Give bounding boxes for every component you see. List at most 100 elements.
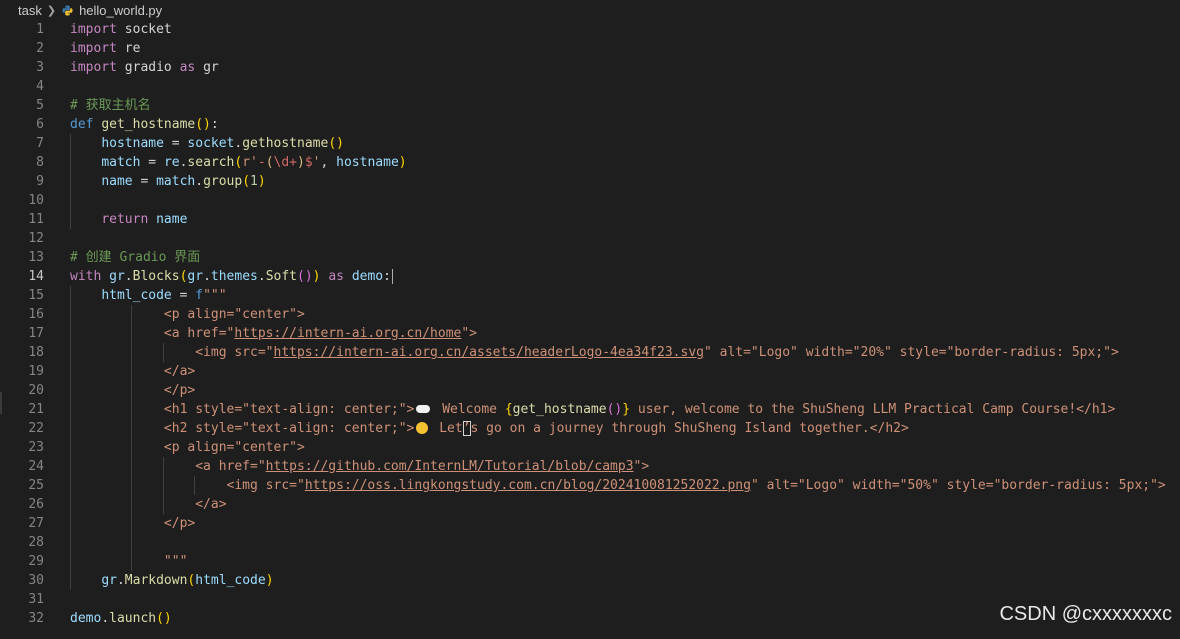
code-text: import gradio as gr [70, 58, 219, 77]
code-line[interactable]: 19 </a> [0, 362, 1180, 381]
line-number: 17 [28, 326, 44, 341]
code-token: ) [398, 155, 407, 170]
code-token: name [148, 212, 188, 227]
code-text: import re [70, 39, 140, 58]
code-line[interactable]: 26 </a> [0, 495, 1180, 514]
code-line[interactable]: 14 with gr.Blocks(gr.themes.Soft()) as de… [0, 267, 1180, 286]
code-line[interactable]: 13 # 创建 Gradio 界面 [0, 248, 1180, 267]
code-line[interactable]: 25 <img src="https://oss.lingkongstudy.c… [0, 476, 1180, 495]
code-line[interactable]: 2 import re [0, 39, 1180, 58]
code-token: hostname [336, 155, 399, 170]
code-token: \d+ [273, 155, 298, 170]
code-token: re [116, 41, 141, 56]
code-token: ) [265, 573, 274, 588]
code-line[interactable]: 3 import gradio as gr [0, 58, 1180, 77]
line-number: 8 [36, 155, 44, 170]
code-token: Let [431, 421, 463, 436]
code-token: . [203, 269, 211, 284]
code-token: () [606, 402, 623, 417]
code-token: gradio [116, 60, 180, 75]
code-token: user, welcome to the ShuSheng LLM Practi… [630, 402, 1116, 417]
watermark: CSDN @cxxxxxxxc [999, 603, 1172, 625]
code-line[interactable]: 17 <a href="https://intern-ai.org.cn/hom… [0, 324, 1180, 343]
code-token: <h2 style="text-align: center;"> [70, 421, 415, 436]
code-token: demo [70, 611, 102, 626]
code-line[interactable]: 23 <p align="center"> [0, 438, 1180, 457]
code-text: hostname = socket.gethostname() [70, 134, 344, 153]
code-text: <img src="https://intern-ai.org.cn/asset… [70, 343, 1119, 362]
code-line[interactable]: 11 return name [0, 210, 1180, 229]
code-token: as [179, 60, 196, 75]
line-number: 3 [36, 60, 44, 75]
code-line[interactable]: 20 </p> [0, 381, 1180, 400]
code-text: <p align="center"> [70, 438, 305, 457]
code-token: def [70, 117, 94, 132]
code-line[interactable]: 16 <p align="center"> [0, 305, 1180, 324]
code-line[interactable]: 30 gr.Markdown(html_code) [0, 571, 1180, 590]
code-line[interactable]: 12 [0, 229, 1180, 248]
code-line[interactable]: 21 <h1 style="text-align: center;"> Welc… [0, 400, 1180, 419]
code-token: = [140, 155, 164, 170]
code-token: - [257, 155, 266, 170]
breadcrumb-file[interactable]: hello_world.py [79, 3, 162, 18]
code-token: " alt="Logo" width="50%" style="border-r… [750, 478, 1166, 493]
breadcrumb-folder[interactable]: task [18, 3, 42, 18]
code-token: https://intern-ai.org.cn/assets/headerLo… [273, 345, 704, 360]
code-editor[interactable]: 1 import socket 2 import re 3 import gradio a… [0, 20, 1180, 628]
code-text: name = match.group(1) [70, 172, 265, 191]
line-number: 11 [28, 212, 44, 227]
code-line[interactable]: 7 hostname = socket.gethostname() [0, 134, 1180, 153]
code-token: as [328, 269, 344, 284]
code-line[interactable]: 9 name = match.group(1) [0, 172, 1180, 191]
line-number: 14 [28, 269, 44, 284]
code-token: <h1 style="text-align: center;"> [70, 402, 415, 417]
code-line[interactable]: 29 """ [0, 552, 1180, 571]
code-token: . [101, 611, 110, 626]
line-number: 16 [28, 307, 44, 322]
code-token: s go on a journey through ShuSheng Islan… [470, 421, 909, 436]
line-number: 29 [28, 554, 44, 569]
code-token: gr [187, 269, 204, 284]
code-line[interactable]: 1 import socket [0, 20, 1180, 39]
code-token: re [163, 155, 180, 170]
python-file-icon [62, 4, 73, 16]
code-line[interactable]: 8 match = re.search(r'-(\d+)$', hostname… [0, 153, 1180, 172]
code-token: socket [187, 136, 235, 151]
line-number: 18 [28, 345, 44, 360]
code-token: ' [312, 155, 321, 170]
code-token: match [156, 174, 196, 189]
code-token: . [116, 573, 125, 588]
code-line[interactable]: 28 [0, 533, 1180, 552]
code-token: ’ [462, 421, 471, 436]
code-line[interactable]: 6 def get_hostname(): [0, 115, 1180, 134]
line-number: 19 [28, 364, 44, 379]
code-line[interactable]: 24 <a href="https://github.com/InternLM/… [0, 457, 1180, 476]
code-line[interactable]: 15 html_code = f""" [0, 286, 1180, 305]
code-token: = [163, 136, 188, 151]
code-line[interactable]: 18 <img src="https://intern-ai.org.cn/as… [0, 343, 1180, 362]
code-line[interactable]: 10 [0, 191, 1180, 210]
smile-emoji-icon [416, 421, 429, 434]
code-line[interactable]: 5 # 获取主机名 [0, 96, 1180, 115]
code-token: return [101, 212, 149, 227]
code-line[interactable]: 4 [0, 77, 1180, 96]
code-token: f [195, 288, 204, 303]
code-token: search [187, 155, 235, 170]
code-token: r' [242, 155, 258, 170]
line-number: 4 [36, 79, 44, 94]
code-token: "> [633, 459, 650, 474]
code-token: Markdown [124, 573, 188, 588]
code-text: <h2 style="text-align: center;"> Let’s g… [70, 419, 909, 438]
indent-guide [70, 533, 71, 552]
code-token: </p> [70, 383, 196, 398]
code-line[interactable]: 22 <h2 style="text-align: center;"> Let’… [0, 419, 1180, 438]
code-line[interactable]: 27 </p> [0, 514, 1180, 533]
code-text: import socket [70, 20, 172, 39]
code-text: html_code = f""" [70, 286, 226, 305]
code-token: import [70, 41, 117, 56]
line-number: 5 [36, 98, 44, 113]
line-number: 15 [28, 288, 44, 303]
code-token: . [257, 269, 266, 284]
